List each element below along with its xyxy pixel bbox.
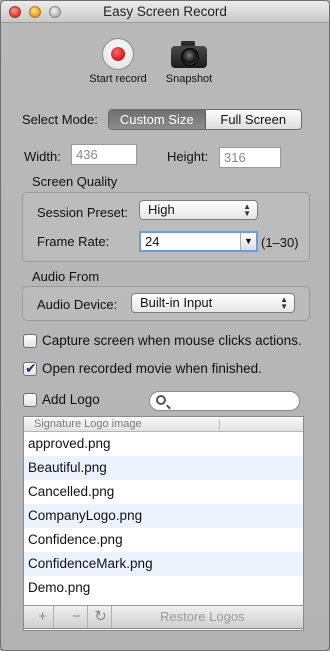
frame-rate-range: (1–30) [261,235,299,250]
add-logo-checkbox[interactable]: Add Logo [23,392,100,407]
logo-column-header[interactable]: Signature Logo image [24,417,303,432]
table-row[interactable]: Beautiful.png [24,456,303,480]
audio-from-title: Audio From [32,269,100,284]
checkbox-box[interactable] [23,360,37,377]
screen-quality-title: Screen Quality [32,174,118,189]
capture-clicks-label: Capture screen when mouse clicks actions… [42,333,302,348]
audio-device-value: Built-in Input [140,295,213,310]
add-logo-button[interactable]: + [32,606,54,628]
open-movie-checkbox[interactable]: Open recorded movie when finished. [23,360,262,377]
camera-icon [169,38,209,70]
snapshot-label: Snapshot [165,73,213,85]
window-title: Easy Screen Record [103,4,227,19]
table-row[interactable]: Cancelled.png [24,480,303,504]
mode-custom-size[interactable]: Custom Size [109,110,206,129]
audio-device-popup[interactable]: Built-in Input ▲ ▼ [131,293,295,313]
logo-table: Signature Logo image approved.png Beauti… [23,416,304,631]
capture-clicks-checkbox[interactable]: Capture screen when mouse clicks actions… [23,333,302,348]
select-mode-label: Select Mode: [22,112,98,127]
start-record-label: Start record [89,73,147,85]
table-row[interactable]: ConfidenceMark.png [24,552,303,576]
session-preset-value: High [148,202,175,217]
table-row[interactable]: Demo.png [24,576,303,600]
table-row[interactable]: Confidence.png [24,528,303,552]
session-preset-label: Session Preset: [37,205,129,220]
mode-full-screen[interactable]: Full Screen [206,110,302,129]
table-row[interactable]: CompanyLogo.png [24,504,303,528]
session-preset-popup[interactable]: High ▲ ▼ [139,200,258,220]
chevron-down-icon[interactable]: ▼ [240,233,256,250]
open-movie-label: Open recorded movie when finished. [42,361,262,376]
add-logo-label: Add Logo [42,392,100,407]
frame-rate-value: 24 [145,234,160,249]
logo-list: approved.png Beautiful.png Cancelled.png… [24,432,303,600]
title-bar: Easy Screen Record [1,1,329,23]
height-field[interactable]: 316 [219,147,281,168]
checkbox-box[interactable] [23,392,37,407]
app-window: Easy Screen Record Start record Snapshot… [0,0,330,651]
refresh-icon[interactable]: ↻ [90,606,112,628]
frame-rate-combo[interactable]: 24 ▼ [139,231,258,252]
mode-segmented-control: Custom Size Full Screen [108,109,302,130]
frame-rate-label: Frame Rate: [37,234,110,249]
search-icon [156,395,166,405]
width-field[interactable]: 436 [71,144,137,165]
table-row[interactable]: approved.png [24,432,303,456]
audio-device-label: Audio Device: [37,297,118,312]
start-record-button[interactable]: Start record [85,38,151,85]
checkbox-box[interactable] [23,333,37,348]
snapshot-button[interactable]: Snapshot [161,38,217,85]
restore-logos-button[interactable]: Restore Logos [160,609,245,624]
logo-table-footer: + − ↻ Restore Logos [23,605,304,629]
updown-arrows-icon: ▲ ▼ [243,202,251,218]
height-label: Height: [167,149,209,164]
logo-search-input[interactable] [149,391,300,411]
record-icon [102,38,134,70]
width-label: Width: [24,149,61,164]
remove-logo-button[interactable]: − [66,606,88,628]
updown-arrows-icon: ▲ ▼ [280,295,288,311]
